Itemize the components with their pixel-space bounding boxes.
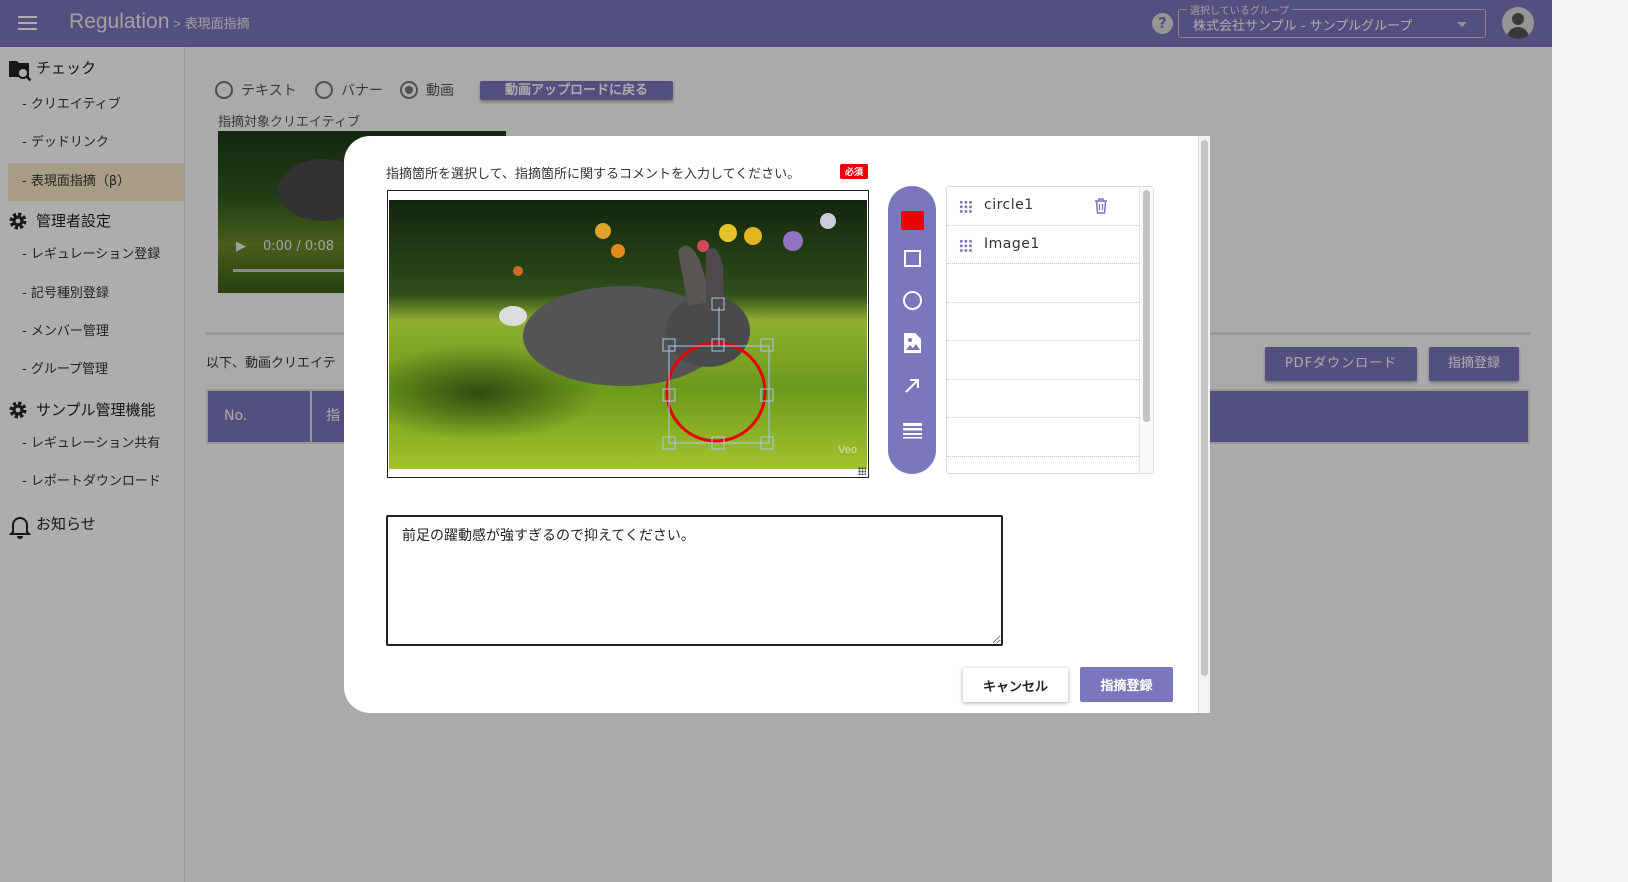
color-swatch-icon bbox=[900, 210, 924, 230]
layer-item[interactable]: Image1 bbox=[947, 226, 1141, 264]
color-swatch-button[interactable] bbox=[900, 208, 924, 232]
image-tool-button[interactable] bbox=[900, 331, 924, 355]
drag-handle-icon[interactable] bbox=[959, 200, 973, 214]
layer-empty-row bbox=[947, 380, 1141, 418]
layer-list: circle1 Image1 bbox=[946, 186, 1154, 474]
comment-input[interactable]: 前足の躍動感が強すぎるので抑えてください。 bbox=[386, 515, 1003, 646]
instruction-text: 指摘箇所を選択して、指摘箇所に関するコメントを入力してください。 bbox=[386, 167, 801, 182]
drag-handle-icon[interactable] bbox=[959, 238, 973, 253]
rectangle-icon bbox=[903, 249, 921, 267]
rectangle-tool-button[interactable] bbox=[900, 246, 924, 270]
circle-tool-button[interactable] bbox=[900, 288, 924, 312]
video-frame[interactable]: Veo bbox=[388, 191, 868, 477]
layer-item[interactable]: circle1 bbox=[947, 187, 1141, 226]
drawing-toolbar bbox=[888, 186, 936, 474]
line-weight-icon bbox=[902, 423, 922, 439]
layer-list-scrollbar[interactable] bbox=[1139, 187, 1153, 473]
resize-handle-icon[interactable] bbox=[858, 467, 866, 475]
line-weight-button[interactable] bbox=[900, 419, 924, 443]
layer-empty-row bbox=[947, 264, 1141, 303]
required-badge: 必須 bbox=[840, 164, 869, 179]
submit-button[interactable]: 指摘登録 bbox=[1080, 667, 1173, 702]
cancel-button[interactable]: キャンセル bbox=[963, 668, 1068, 702]
annotation-dialog: 指摘箇所を選択して、指摘箇所に関するコメントを入力してください。 必須 Veo bbox=[344, 136, 1210, 713]
watermark: Veo bbox=[838, 444, 857, 456]
layer-empty-row bbox=[947, 341, 1141, 380]
image-icon bbox=[903, 333, 921, 353]
layer-empty-row bbox=[947, 303, 1141, 341]
arrow-icon bbox=[905, 379, 919, 393]
layer-empty-row bbox=[947, 418, 1141, 457]
modal-scrollbar[interactable] bbox=[1198, 136, 1210, 713]
trash-icon[interactable] bbox=[1094, 198, 1108, 214]
annotation-canvas[interactable]: Veo bbox=[387, 190, 869, 478]
page-scrollbar[interactable] bbox=[1552, 0, 1628, 882]
circle-icon bbox=[902, 290, 922, 310]
arrow-tool-button[interactable] bbox=[900, 374, 924, 398]
